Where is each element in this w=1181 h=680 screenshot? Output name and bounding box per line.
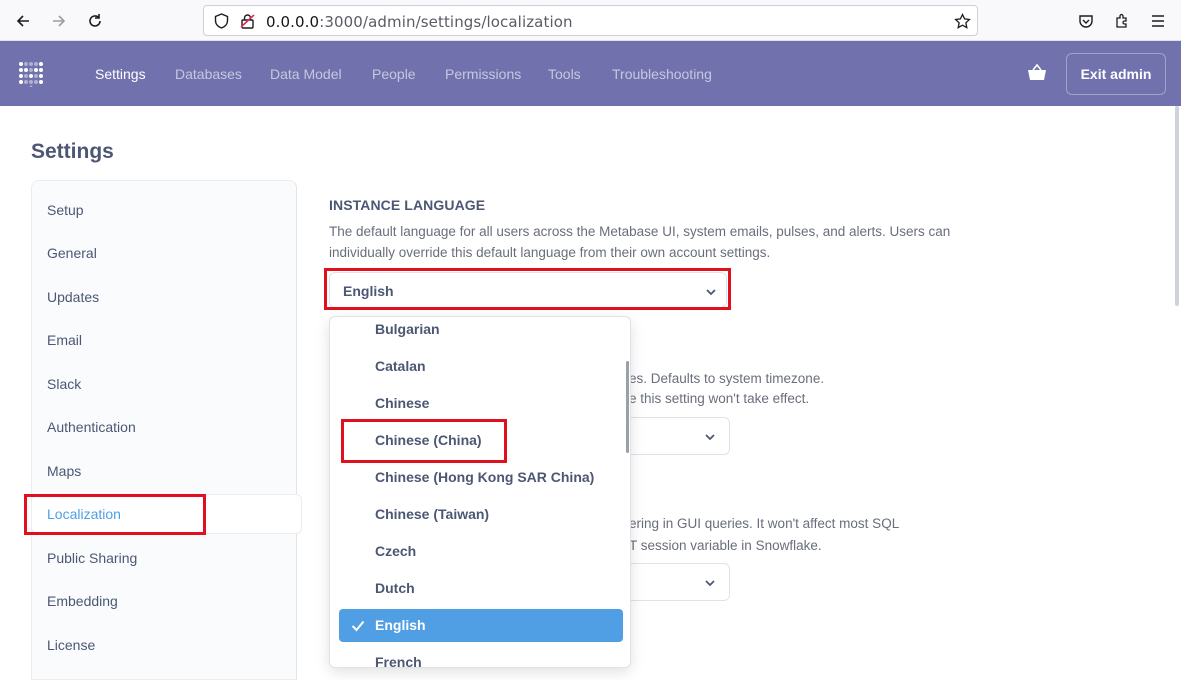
nav-databases[interactable]: Databases: [175, 66, 242, 82]
timezone-description-1: es. Defaults to system timezone.: [629, 371, 825, 386]
option-czech[interactable]: Czech: [339, 535, 623, 568]
browser-toolbar: 0.0.0.0:3000/admin/settings/localization: [0, 0, 1181, 41]
nav-tools[interactable]: Tools: [548, 66, 581, 82]
page-title: Settings: [31, 140, 114, 163]
sidebar-item-maps[interactable]: Maps: [47, 463, 81, 479]
instance-language-description-2: individually override this default langu…: [329, 245, 771, 260]
instance-language-description-1: The default language for all users acros…: [329, 224, 951, 239]
reload-icon[interactable]: [82, 8, 108, 34]
back-icon[interactable]: [10, 8, 36, 34]
chevron-down-icon: [703, 576, 717, 590]
insecure-lock-icon[interactable]: [238, 12, 256, 30]
sidebar-item-general[interactable]: General: [47, 245, 97, 261]
store-basket-icon[interactable]: [1027, 63, 1047, 82]
nav-data-model[interactable]: Data Model: [270, 66, 342, 82]
option-chinese-taiwan[interactable]: Chinese (Taiwan): [339, 498, 623, 531]
metabase-logo-icon[interactable]: [18, 61, 44, 89]
nav-settings[interactable]: Settings: [95, 66, 146, 82]
highlight-localization: [24, 494, 206, 535]
admin-navbar: Settings Databases Data Model People Per…: [0, 41, 1181, 106]
sidebar-item-embedding[interactable]: Embedding: [47, 593, 118, 609]
check-icon: [351, 619, 365, 632]
language-dropdown: Bulgarian Catalan Chinese Chinese (China…: [329, 316, 631, 668]
shield-icon[interactable]: [212, 12, 230, 30]
page-scrollbar[interactable]: [1173, 106, 1181, 668]
sidebar-item-public-sharing[interactable]: Public Sharing: [47, 550, 137, 566]
instance-language-heading: INSTANCE LANGUAGE: [329, 197, 486, 213]
start-of-week-description-1: ering in GUI queries. It won't affect mo…: [629, 516, 900, 531]
nav-people[interactable]: People: [372, 66, 416, 82]
exit-admin-button[interactable]: Exit admin: [1066, 53, 1166, 95]
sidebar-item-setup[interactable]: Setup: [47, 202, 84, 218]
option-bulgarian[interactable]: Bulgarian: [339, 317, 623, 346]
menu-icon[interactable]: [1145, 8, 1171, 34]
sidebar-item-authentication[interactable]: Authentication: [47, 419, 136, 435]
option-dutch[interactable]: Dutch: [339, 572, 623, 605]
option-english[interactable]: English: [339, 609, 623, 642]
sidebar-item-slack[interactable]: Slack: [47, 376, 81, 392]
pocket-icon[interactable]: [1073, 8, 1099, 34]
chevron-down-icon: [703, 430, 717, 444]
option-french[interactable]: French: [339, 646, 623, 667]
dropdown-scrollbar[interactable]: [626, 361, 629, 453]
highlight-chinese-china: [341, 419, 507, 463]
option-chinese[interactable]: Chinese: [339, 387, 623, 420]
nav-permissions[interactable]: Permissions: [445, 66, 521, 82]
url-text: 0.0.0.0:3000/admin/settings/localization: [266, 13, 573, 31]
sidebar-item-updates[interactable]: Updates: [47, 289, 99, 305]
url-bar[interactable]: 0.0.0.0:3000/admin/settings/localization: [203, 5, 978, 36]
extensions-icon[interactable]: [1109, 8, 1135, 34]
timezone-description-2: e this setting won't take effect.: [629, 391, 810, 406]
nav-troubleshooting[interactable]: Troubleshooting: [612, 66, 712, 82]
sidebar-item-email[interactable]: Email: [47, 332, 82, 348]
forward-icon[interactable]: [46, 8, 72, 34]
option-chinese-hong-kong[interactable]: Chinese (Hong Kong SAR China): [339, 461, 623, 494]
sidebar-item-license[interactable]: License: [47, 637, 95, 653]
start-of-week-description-2: T session variable in Snowflake.: [629, 538, 822, 553]
highlight-language-select: [324, 268, 731, 310]
bookmark-star-icon[interactable]: [953, 12, 971, 30]
option-catalan[interactable]: Catalan: [339, 350, 623, 383]
